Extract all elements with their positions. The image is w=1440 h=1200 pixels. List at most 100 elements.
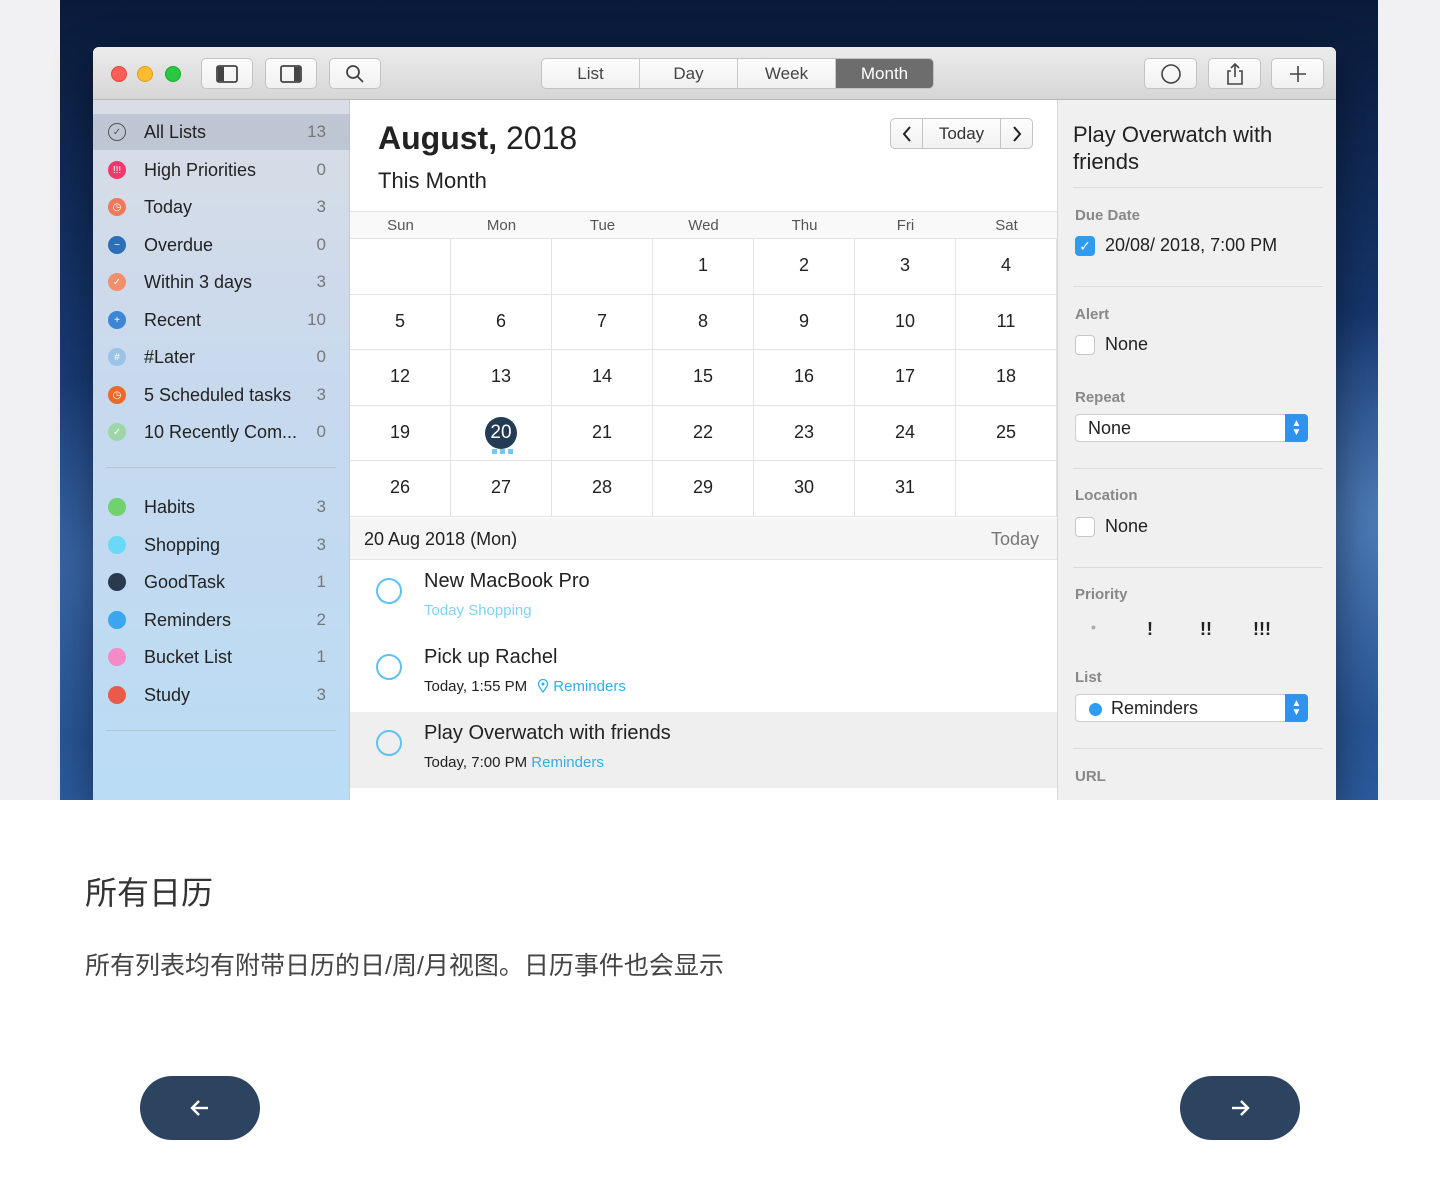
calendar-day-cell[interactable]: 12 bbox=[350, 350, 451, 406]
sidebar-item-all-lists[interactable]: ✓ All Lists 13 bbox=[93, 114, 350, 150]
view-tab-list[interactable]: List bbox=[542, 59, 640, 88]
calendar-day-cell[interactable]: 16 bbox=[754, 350, 855, 406]
calendar-day-cell[interactable]: 27 bbox=[451, 461, 552, 517]
view-tab-day[interactable]: Day bbox=[640, 59, 738, 88]
calendar-day-cell[interactable]: 31 bbox=[855, 461, 956, 517]
calendar-day-cell[interactable]: 1 bbox=[653, 239, 754, 295]
feature-description: 所有列表均有附带日历的日/周/月视图。日历事件也会显示 bbox=[85, 952, 724, 980]
task-meta: Today Shopping bbox=[424, 602, 532, 619]
calendar-day-number: 6 bbox=[495, 310, 506, 331]
calendar-day-cell[interactable]: 11 bbox=[956, 294, 1057, 351]
task-complete-checkbox[interactable] bbox=[376, 730, 402, 756]
calendar-day-cell[interactable]: 22 bbox=[653, 405, 754, 462]
calendar-day-cell[interactable]: 29 bbox=[653, 461, 754, 517]
task-row[interactable]: New MacBook Pro Today Shopping bbox=[350, 560, 1057, 636]
sidebar-item-recent[interactable]: + Recent 10 bbox=[93, 302, 350, 338]
calendar-day-cell[interactable]: 28 bbox=[552, 461, 653, 517]
due-date-checkbox[interactable]: ✓ bbox=[1075, 236, 1095, 256]
calendar-day-cell-selected[interactable]: 20 bbox=[451, 405, 552, 462]
divider bbox=[1073, 286, 1323, 287]
sidebar-item-habits[interactable]: Habits 3 bbox=[93, 489, 350, 525]
calendar-day-cell[interactable]: 7 bbox=[552, 294, 653, 351]
calendar-day-cell[interactable]: 9 bbox=[754, 294, 855, 351]
sidebar-item-recently-completed[interactable]: ✓ 10 Recently Com... 0 bbox=[93, 414, 350, 450]
alert-value: None bbox=[1105, 334, 1149, 354]
calendar-day-cell[interactable]: 3 bbox=[855, 239, 956, 295]
calendar-day-cell[interactable]: 18 bbox=[956, 350, 1057, 406]
previous-month-button[interactable] bbox=[890, 118, 923, 149]
priority-low-button[interactable]: ! bbox=[1147, 619, 1153, 640]
minimize-window-button[interactable] bbox=[137, 66, 153, 82]
location-checkbox[interactable] bbox=[1075, 517, 1095, 537]
task-row-selected[interactable]: Play Overwatch with friends Today, 7:00 … bbox=[350, 712, 1057, 788]
due-date-value[interactable]: 20/08/ 2018, 7:00 PM bbox=[1105, 235, 1277, 256]
zoom-window-button[interactable] bbox=[165, 66, 181, 82]
task-detail-title[interactable]: Play Overwatch with friends bbox=[1073, 121, 1313, 175]
toggle-inspector-button[interactable] bbox=[265, 58, 317, 89]
sidebar-item-label: Recent bbox=[144, 309, 202, 330]
list-select[interactable]: Reminders ▲ ▼ bbox=[1075, 694, 1308, 722]
sidebar-item-label: Reminders bbox=[144, 609, 232, 630]
sidebar-item-reminders[interactable]: Reminders 2 bbox=[93, 602, 350, 638]
calendar-day-number: 25 bbox=[995, 421, 1017, 442]
view-tab-week[interactable]: Week bbox=[738, 59, 836, 88]
calendar-day-cell[interactable]: 13 bbox=[451, 350, 552, 406]
priority-high-button[interactable]: !!! bbox=[1253, 619, 1271, 640]
complete-button[interactable] bbox=[1144, 58, 1197, 89]
sidebar-divider bbox=[106, 730, 336, 731]
calendar-day-cell[interactable]: 25 bbox=[956, 405, 1057, 462]
calendar-day-cell[interactable]: 14 bbox=[552, 350, 653, 406]
sidebar-item-study[interactable]: Study 3 bbox=[93, 677, 350, 713]
calendar-day-cell[interactable]: 8 bbox=[653, 294, 754, 351]
calendar-day-cell[interactable]: 15 bbox=[653, 350, 754, 406]
calendar-day-cell[interactable]: 24 bbox=[855, 405, 956, 462]
add-button[interactable] bbox=[1271, 58, 1324, 89]
sidebar-item-label: All Lists bbox=[144, 121, 207, 142]
calendar-day-cell[interactable]: 26 bbox=[350, 461, 451, 517]
calendar-day-cell[interactable]: 10 bbox=[855, 294, 956, 351]
sidebar-item-goodtask[interactable]: GoodTask 1 bbox=[93, 564, 350, 600]
calendar-day-cell[interactable]: 17 bbox=[855, 350, 956, 406]
priority-medium-button[interactable]: !! bbox=[1200, 619, 1212, 640]
calendar-day-cell[interactable]: 4 bbox=[956, 239, 1057, 295]
hashtag-icon: # bbox=[108, 348, 126, 366]
calendar-day-cell[interactable]: 30 bbox=[754, 461, 855, 517]
share-button[interactable] bbox=[1208, 58, 1261, 89]
screenshot-hero: List Day Week Month ✓ All Lists 13 !!! H… bbox=[0, 0, 1440, 800]
previous-slide-button[interactable] bbox=[140, 1076, 260, 1140]
sidebar-item-scheduled-tasks[interactable]: ◷ 5 Scheduled tasks 3 bbox=[93, 377, 350, 413]
sidebar-item-bucket-list[interactable]: Bucket List 1 bbox=[93, 639, 350, 675]
calendar-day-cell[interactable]: 19 bbox=[350, 405, 451, 462]
repeat-select[interactable]: None ▲ ▼ bbox=[1075, 414, 1308, 442]
view-tab-month[interactable]: Month bbox=[836, 59, 933, 88]
sidebar-item-overdue[interactable]: ~ Overdue 0 bbox=[93, 227, 350, 263]
list-color-dot bbox=[108, 611, 126, 629]
sidebar-item-within-3-days[interactable]: ✓ Within 3 days 3 bbox=[93, 264, 350, 300]
sidebar-item-today[interactable]: ◷ Today 3 bbox=[93, 189, 350, 225]
today-button[interactable]: Today bbox=[923, 118, 1000, 149]
sidebar-item-high-priorities[interactable]: !!! High Priorities 0 bbox=[93, 152, 350, 188]
calendar-day-cell[interactable]: 2 bbox=[754, 239, 855, 295]
sidebar-item-count: 1 bbox=[316, 647, 326, 666]
arrow-right-icon bbox=[1232, 1100, 1250, 1116]
task-complete-checkbox[interactable] bbox=[376, 578, 402, 604]
calendar-day-cell[interactable]: 23 bbox=[754, 405, 855, 462]
task-row[interactable]: Pick up Rachel Today, 1:55 PM Reminders bbox=[350, 636, 1057, 712]
close-window-button[interactable] bbox=[111, 66, 127, 82]
calendar-day-number: 20 bbox=[485, 416, 517, 449]
calendar-day-cell[interactable]: 6 bbox=[451, 294, 552, 351]
sidebar-item-shopping[interactable]: Shopping 3 bbox=[93, 527, 350, 563]
next-slide-button[interactable] bbox=[1180, 1076, 1300, 1140]
toggle-sidebar-button[interactable] bbox=[201, 58, 253, 89]
next-month-button[interactable] bbox=[1000, 118, 1033, 149]
task-inspector: Play Overwatch with friends Due Date ✓ 2… bbox=[1057, 100, 1336, 800]
sidebar: ✓ All Lists 13 !!! High Priorities 0 ◷ T… bbox=[93, 100, 350, 800]
calendar-day-cell[interactable]: 5 bbox=[350, 294, 451, 351]
alert-checkbox[interactable] bbox=[1075, 335, 1095, 355]
priority-none-button[interactable]: • bbox=[1091, 619, 1096, 635]
calendar-day-cell[interactable]: 21 bbox=[552, 405, 653, 462]
sidebar-item-later[interactable]: # #Later 0 bbox=[93, 339, 350, 375]
search-button[interactable] bbox=[329, 58, 381, 89]
task-complete-checkbox[interactable] bbox=[376, 654, 402, 680]
sidebar-item-count: 0 bbox=[316, 235, 326, 254]
